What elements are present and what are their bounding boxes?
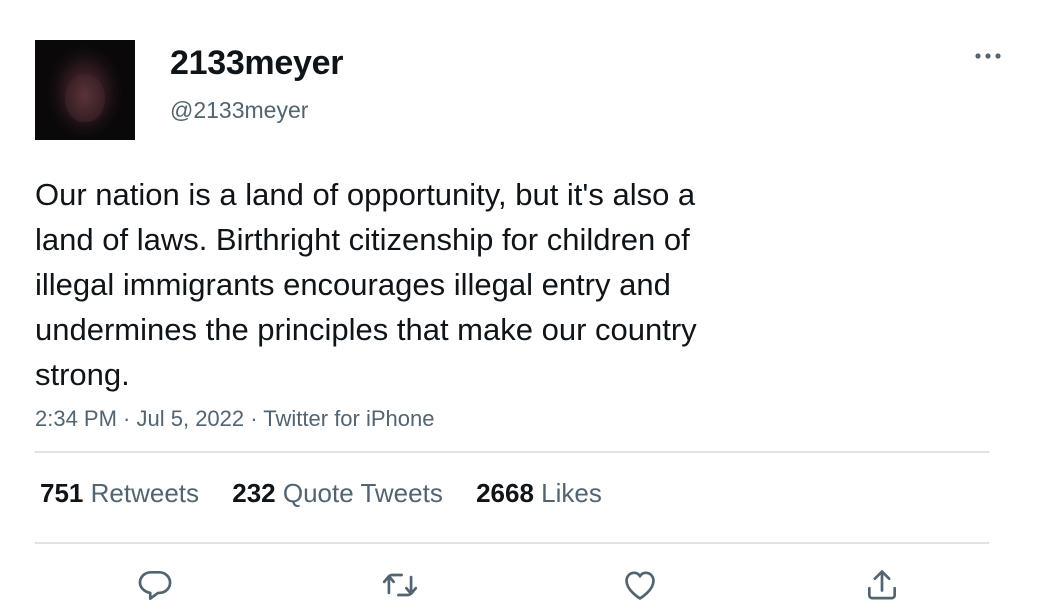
author-display-name[interactable]: 2133meyer [170, 44, 343, 83]
quote-tweets-stat[interactable]: 232 Quote Tweets [232, 478, 443, 509]
tweet-card: 2133meyer @2133meyer Our nation is a lan… [0, 0, 1050, 615]
tweet-text: Our nation is a land of opportunity, but… [35, 177, 697, 392]
tweet-time[interactable]: 2:34 PM [35, 406, 117, 431]
retweets-count: 751 [40, 478, 84, 508]
author-handle[interactable]: @2133meyer [170, 97, 308, 124]
retweets-stat[interactable]: 751 Retweets [40, 478, 199, 509]
quote-tweets-count: 232 [232, 478, 276, 508]
likes-count: 2668 [476, 478, 534, 508]
heart-icon [625, 571, 655, 600]
quote-tweets-label: Quote Tweets [282, 478, 443, 508]
share-button[interactable] [862, 565, 902, 605]
retweets-label: Retweets [90, 478, 200, 508]
meta-separator: · [116, 406, 137, 431]
divider-bottom [35, 542, 989, 544]
engagement-stats: 751 Retweets 232 Quote Tweets 2668 Likes [40, 478, 628, 509]
likes-stat[interactable]: 2668 Likes [476, 478, 602, 509]
share-icon [867, 570, 897, 600]
meta-separator: · [244, 406, 264, 431]
tweet-date[interactable]: Jul 5, 2022 [137, 406, 245, 431]
likes-label: Likes [541, 478, 602, 508]
more-options-icon[interactable] [972, 46, 1004, 66]
tweet-source[interactable]: Twitter for iPhone [263, 406, 434, 431]
avatar[interactable] [35, 40, 135, 140]
retweet-icon [382, 573, 418, 597]
divider-top [35, 451, 989, 453]
avatar-face [65, 74, 105, 122]
like-button[interactable] [620, 565, 660, 605]
tweet-meta: 2:34 PM · Jul 5, 2022 · Twitter for iPho… [35, 406, 434, 432]
reply-icon [138, 570, 172, 600]
retweet-button[interactable] [380, 565, 420, 605]
reply-button[interactable] [135, 565, 175, 605]
